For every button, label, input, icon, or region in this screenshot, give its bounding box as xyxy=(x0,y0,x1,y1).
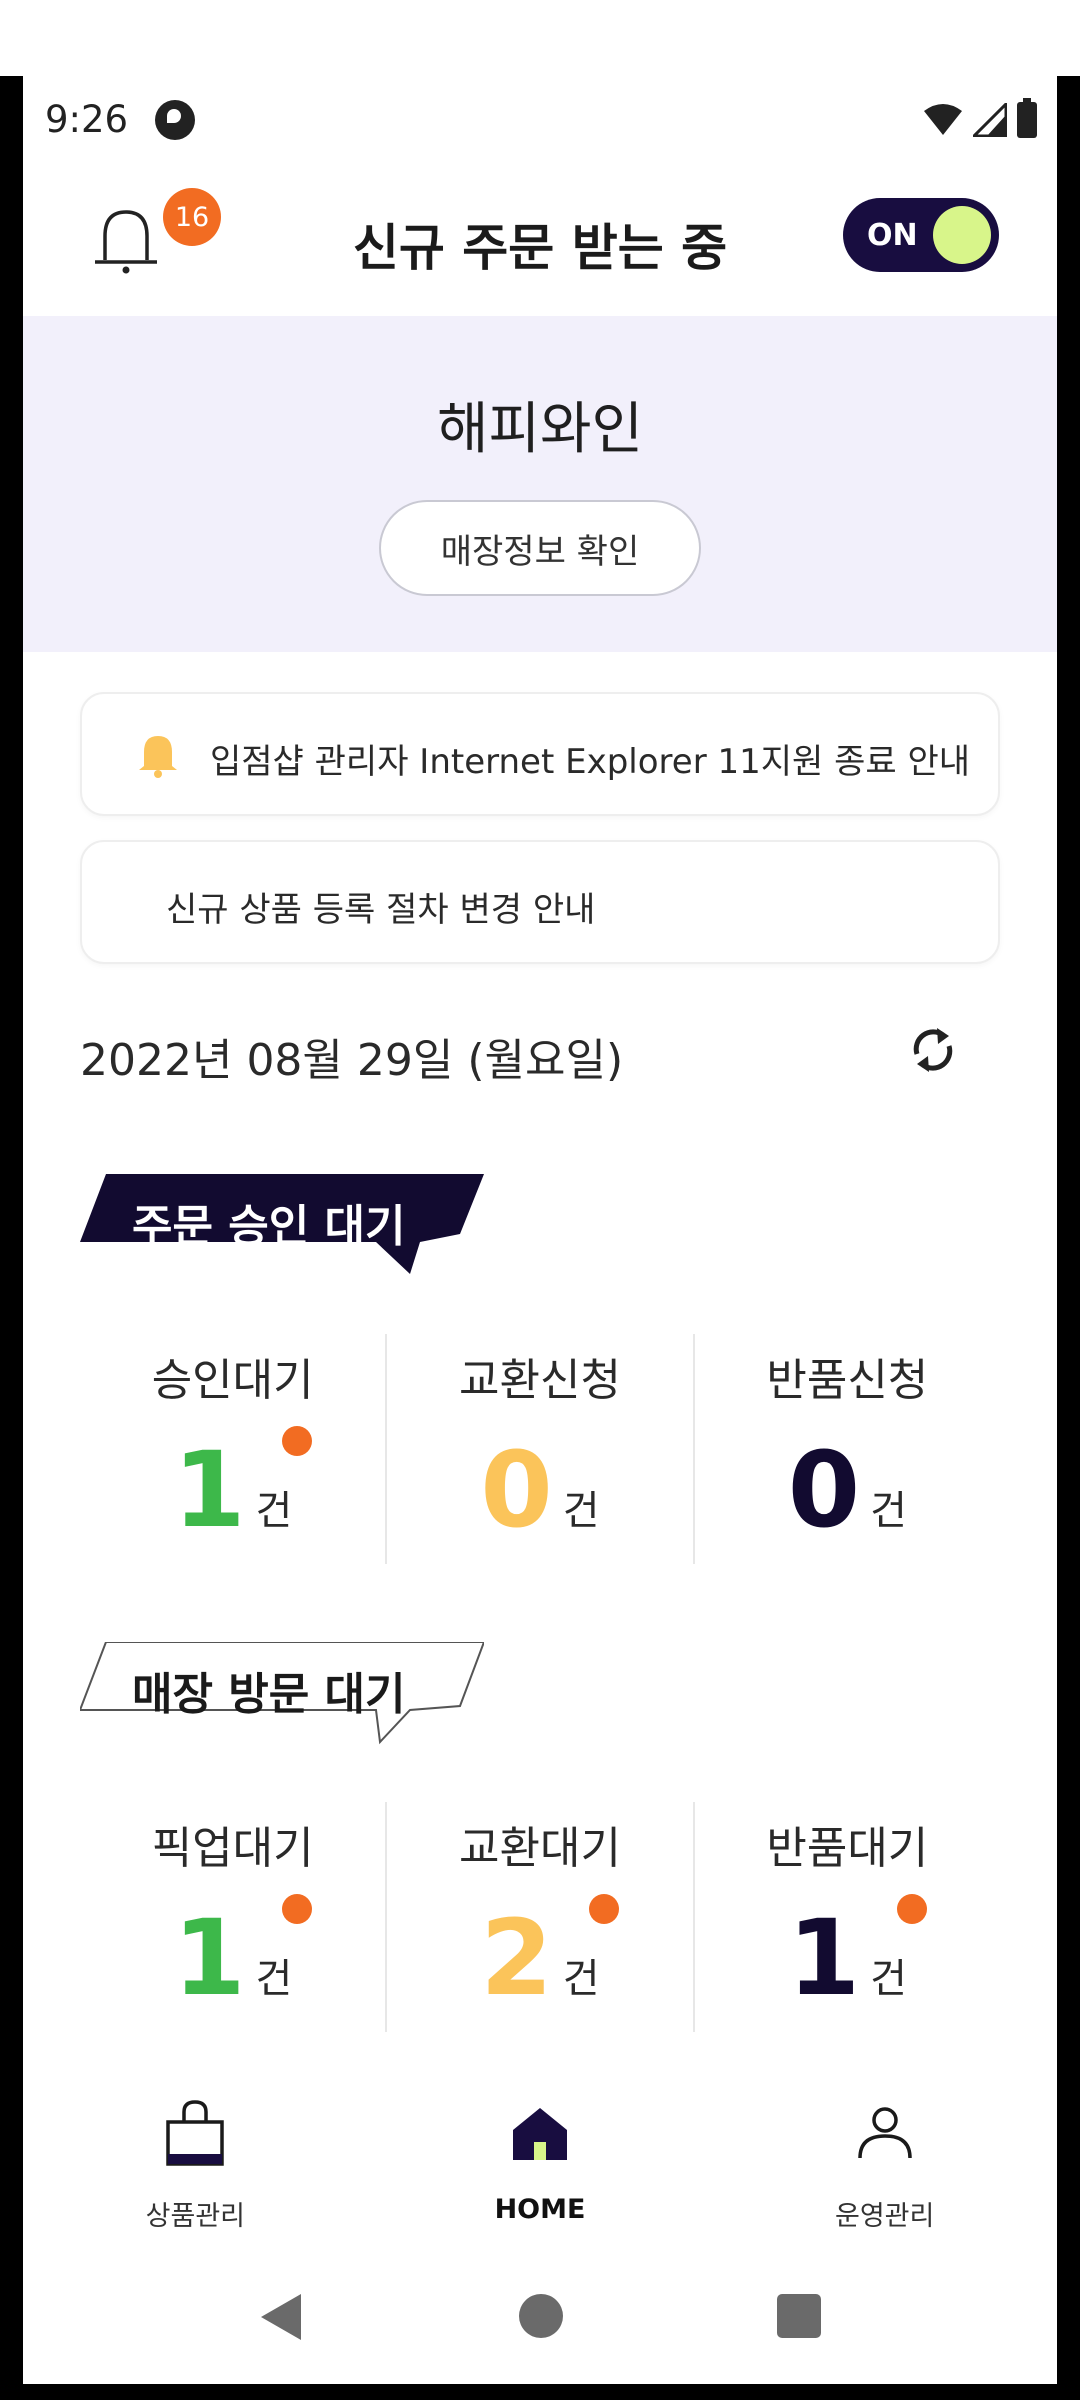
notice-bell-icon xyxy=(139,736,177,778)
nav-item-home[interactable]: HOME xyxy=(368,2076,713,2246)
nav-item-products[interactable]: 상품관리 xyxy=(23,2076,368,2246)
battery-icon xyxy=(1017,98,1037,138)
stat-unit: 건 xyxy=(870,1956,907,2002)
refresh-icon[interactable] xyxy=(903,1020,963,1080)
stat-unit: 건 xyxy=(562,1956,600,2002)
stat-unit: 건 xyxy=(562,1488,600,1534)
system-navigation-bar xyxy=(23,2254,1057,2384)
stat-exchange-pending[interactable]: 교환대기 2 건 xyxy=(385,1802,692,2032)
nav-label: HOME xyxy=(494,2194,586,2225)
status-time: 9:26 xyxy=(45,98,129,141)
shopping-bag-icon xyxy=(166,2100,225,2166)
top-margin xyxy=(0,0,1080,76)
status-bar: 9:26 xyxy=(23,76,1057,166)
stat-return-request[interactable]: 반품신청 0 건 xyxy=(692,1334,1000,1564)
back-icon[interactable] xyxy=(259,2292,303,2342)
stat-label: 반품대기 xyxy=(766,1823,929,1874)
stat-unit: 건 xyxy=(870,1488,907,1534)
stat-value: 0 xyxy=(480,1429,553,1551)
stat-label: 반품신청 xyxy=(766,1355,929,1406)
current-date: 2022년 08월 29일 (월요일) xyxy=(80,1035,624,1086)
section-title: 주문 승인 대기 xyxy=(132,1201,406,1252)
stat-return-pending[interactable]: 반품대기 1 건 xyxy=(692,1802,1000,2032)
recent-apps-icon[interactable] xyxy=(777,2294,821,2338)
bottom-navigation: 상품관리 HOME 운영관리 xyxy=(23,2076,1057,2246)
stat-unit: 건 xyxy=(255,1956,293,2002)
order-approval-stats: 승인대기 1 건 교환신청 0 건 반품신청 0 건 xyxy=(80,1334,1000,1564)
wifi-icon xyxy=(924,104,962,135)
stat-label: 교환대기 xyxy=(459,1823,621,1874)
store-info-button[interactable]: 매장정보 확인 xyxy=(379,500,701,596)
stat-label: 승인대기 xyxy=(151,1355,314,1406)
stat-label: 픽업대기 xyxy=(151,1823,314,1874)
section-tag-store-visit: 매장 방문 대기 xyxy=(80,1642,484,1746)
notice-item[interactable]: 신규 상품 등록 절차 변경 안내 xyxy=(80,840,1000,964)
stat-label: 교환신청 xyxy=(459,1355,621,1406)
system-icons xyxy=(923,98,1037,138)
store-name: 해피와인 xyxy=(436,397,644,462)
nav-item-operations[interactable]: 운영관리 xyxy=(712,2076,1057,2246)
stat-value: 2 xyxy=(480,1897,553,2019)
order-toggle[interactable]: ON xyxy=(843,198,999,272)
notification-badge: 16 xyxy=(163,188,221,246)
stat-value: 0 xyxy=(787,1429,861,1551)
nav-label: 운영관리 xyxy=(834,2201,935,2232)
toggle-knob xyxy=(933,206,991,264)
section-title: 매장 방문 대기 xyxy=(132,1669,406,1720)
stat-approval-pending[interactable]: 승인대기 1 건 xyxy=(80,1334,385,1564)
stat-unit: 건 xyxy=(255,1488,293,1534)
toggle-label: ON xyxy=(867,218,918,253)
app-screen: 9:26 신규 주문 받는 중 ON 16 해피와인 매장정보 확인 입점샵 관… xyxy=(23,76,1057,2384)
nav-label: 상품관리 xyxy=(145,2201,246,2232)
home-circle-icon[interactable] xyxy=(519,2294,563,2338)
stat-value: 1 xyxy=(173,1897,246,2019)
stat-pickup-pending[interactable]: 픽업대기 1 건 xyxy=(80,1802,385,2032)
stat-value: 1 xyxy=(173,1429,246,1551)
section-tag-order-approval: 주문 승인 대기 xyxy=(80,1174,484,1278)
notice-text: 신규 상품 등록 절차 변경 안내 xyxy=(166,890,596,930)
stat-exchange-request[interactable]: 교환신청 0 건 xyxy=(385,1334,692,1564)
user-icon xyxy=(857,2107,912,2159)
stat-value: 1 xyxy=(787,1897,861,2019)
home-icon xyxy=(513,2108,567,2160)
cellular-icon xyxy=(973,103,1007,137)
notice-text: 입점샵 관리자 Internet Explorer 11지원 종료 안내 xyxy=(210,742,971,782)
notice-item[interactable]: 입점샵 관리자 Internet Explorer 11지원 종료 안내 xyxy=(80,692,1000,816)
app-notification-icon xyxy=(155,100,195,140)
store-visit-stats: 픽업대기 1 건 교환대기 2 건 반품대기 1 건 xyxy=(80,1802,1000,2032)
store-banner: 해피와인 매장정보 확인 xyxy=(23,316,1057,652)
